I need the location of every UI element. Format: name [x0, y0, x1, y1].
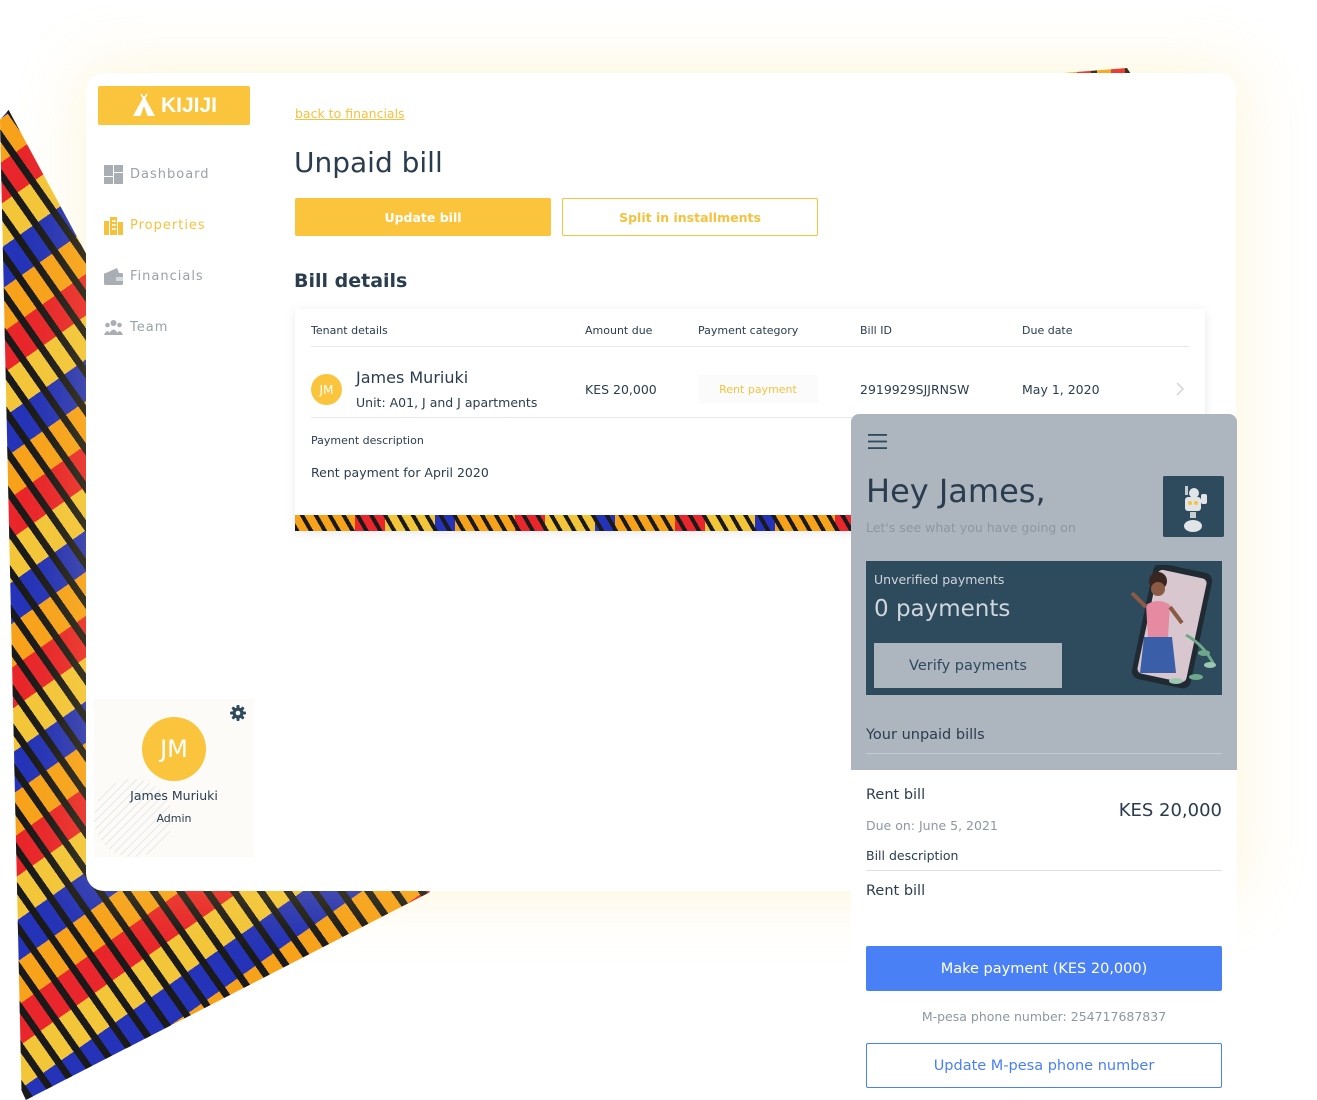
- team-icon: [104, 319, 123, 335]
- sidebar-item-label: Dashboard: [130, 166, 210, 182]
- hamburger-menu-icon[interactable]: [868, 433, 887, 450]
- gear-icon[interactable]: [229, 704, 247, 722]
- woman-with-phone-illustration: [1130, 565, 1216, 689]
- mobile-header-area: Hey James, Let's see what you have going…: [851, 414, 1237, 770]
- mpesa-phone-number: M-pesa phone number: 254717687837: [921, 1009, 1167, 1024]
- make-payment-button[interactable]: Make payment (KES 20,000): [866, 946, 1222, 991]
- payment-description-label: Payment description: [311, 434, 424, 447]
- robot-avatar-icon: [1163, 476, 1224, 537]
- bill-description-text: Rent bill: [866, 883, 926, 899]
- profile-card: JM James Muriuki Admin: [94, 699, 254, 857]
- due-date-value: May 1, 2020: [1022, 382, 1100, 397]
- tenant-unit: Unit: A01, J and J apartments: [356, 395, 538, 410]
- sidebar-item-financials[interactable]: Financials: [104, 265, 210, 287]
- payment-category-badge: Rent payment: [698, 375, 818, 403]
- greeting-title: Hey James,: [866, 472, 1046, 510]
- header-amount-due: Amount due: [585, 324, 653, 337]
- profile-name: James Muriuki: [130, 788, 218, 803]
- page-title: Unpaid bill: [294, 146, 443, 179]
- update-mpesa-number-button[interactable]: Update M-pesa phone number: [866, 1043, 1222, 1088]
- sidebar-item-label: Team: [130, 319, 169, 335]
- dashboard-icon: [104, 164, 123, 184]
- divider: [311, 346, 1189, 347]
- unpaid-bill-card: Rent bill KES 20,000 Due on: June 5, 202…: [851, 770, 1237, 1100]
- verify-payments-button[interactable]: Verify payments: [874, 643, 1062, 688]
- bill-amount: KES 20,000: [1118, 800, 1222, 821]
- header-bill-id: Bill ID: [860, 324, 892, 337]
- sidebar-item-dashboard[interactable]: Dashboard: [104, 163, 210, 185]
- greeting-subtitle: Let's see what you have going on: [866, 520, 1076, 535]
- unverified-payments-label: Unverified payments: [874, 572, 1005, 587]
- divider: [866, 870, 1222, 871]
- logo-text: KIJIJI: [160, 93, 218, 117]
- buildings-icon: [104, 216, 123, 235]
- bill-details-heading: Bill details: [294, 270, 408, 292]
- chevron-right-icon[interactable]: [1174, 382, 1186, 396]
- sidebar-item-label: Financials: [130, 268, 204, 284]
- update-bill-button[interactable]: Update bill: [295, 198, 551, 236]
- bill-title: Rent bill: [866, 787, 926, 803]
- amount-due-value: KES 20,000: [585, 382, 657, 397]
- profile-role: Admin: [156, 812, 192, 825]
- back-to-financials-link[interactable]: back to financials: [295, 106, 405, 121]
- header-due-date: Due date: [1022, 324, 1073, 337]
- payment-description-text: Rent payment for April 2020: [311, 465, 489, 480]
- sidebar-nav: Dashboard Properties Financials Team: [104, 163, 210, 367]
- bill-due-date: Due on: June 5, 2021: [866, 818, 998, 833]
- divider: [866, 753, 1222, 754]
- tenant-name: James Muriuki: [356, 368, 469, 387]
- wallet-icon: [104, 267, 123, 285]
- header-payment-category: Payment category: [698, 324, 799, 337]
- sidebar-item-label: Properties: [130, 217, 206, 233]
- sidebar-item-team[interactable]: Team: [104, 316, 210, 338]
- header-tenant-details: Tenant details: [311, 324, 388, 337]
- unverified-payments-card: Unverified payments 0 payments Verify pa…: [866, 561, 1222, 695]
- bill-id-value: 2919929SJJRNSW: [860, 382, 970, 397]
- kijiji-logo[interactable]: KIJIJI: [98, 86, 250, 125]
- avatar[interactable]: JM: [142, 717, 206, 781]
- unverified-payments-count: 0 payments: [874, 596, 1011, 622]
- sidebar-item-properties[interactable]: Properties: [104, 214, 210, 236]
- mobile-app-overlay: Hey James, Let's see what you have going…: [851, 414, 1237, 1100]
- split-installments-button[interactable]: Split in installments: [562, 198, 818, 236]
- unpaid-bills-heading: Your unpaid bills: [866, 727, 985, 743]
- bill-description-label: Bill description: [866, 848, 959, 863]
- tenant-avatar: JM: [311, 374, 342, 405]
- tent-icon: [132, 93, 155, 116]
